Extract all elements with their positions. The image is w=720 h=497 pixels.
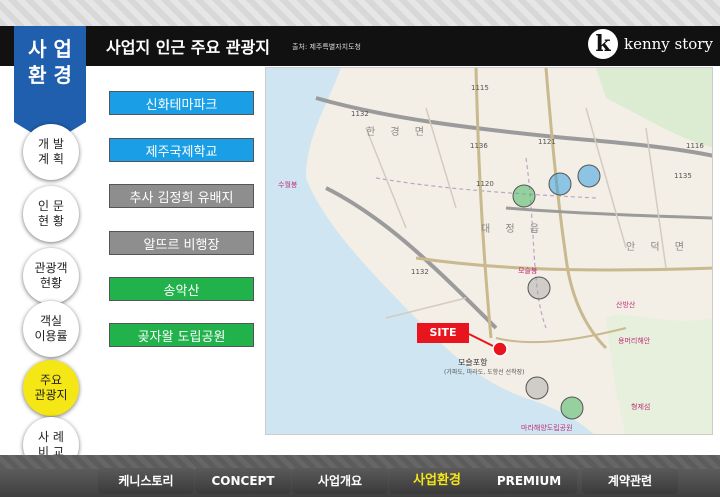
attraction-chusa-exile-site[interactable]: 추사 김정희 유배지: [109, 184, 254, 208]
landmark-moseulbong: 모슬봉: [518, 267, 538, 275]
road-number-1116: 1116: [686, 142, 704, 150]
nav-development-plan[interactable]: 개 발 계 획: [23, 124, 79, 180]
nav-occupancy[interactable]: 객실 이용률: [23, 301, 79, 357]
road-number-1136: 1136: [470, 142, 488, 150]
road-number-1121: 1121: [538, 138, 556, 146]
attraction-shinhwa-theme-park[interactable]: 신화테마파크: [109, 91, 254, 115]
nav-tourist-status[interactable]: 관광객 현황: [23, 248, 79, 304]
landmark-hyeongjeseom: 형제섬: [631, 403, 651, 411]
page-title: 사업지 인근 주요 관광지: [106, 38, 270, 57]
source-note: 출처: 제주특별자치도청: [292, 43, 361, 51]
area-map[interactable]: 한 경 면 대 정 읍 안 덕 면 수월봉 모슬봉 산방산 형제섬 용머리해안 …: [265, 67, 713, 435]
bottom-nav-contract[interactable]: 계약관련: [582, 468, 678, 494]
section-tag: 사 업 환 경: [14, 26, 86, 144]
district-hangyeong: 한 경 면: [366, 127, 430, 138]
attraction-altteureu-airfield[interactable]: 알뜨르 비행장: [109, 231, 254, 255]
nav-attractions[interactable]: 주요 관광지: [23, 360, 79, 416]
district-daejeong: 대 정 읍: [481, 224, 545, 235]
district-andeok: 안 덕 면: [626, 242, 690, 253]
bottom-nav-environment[interactable]: 사업환경: [389, 468, 485, 494]
landmark-yongmeori: 용머리해안: [618, 337, 651, 345]
bottom-nav-premium[interactable]: PREMIUM: [481, 468, 577, 494]
attraction-gotjawal-park[interactable]: 곶자왈 도립공원: [109, 323, 254, 347]
road-number-1132-north: 1132: [351, 110, 369, 118]
nav-demographics[interactable]: 인 문 현 황: [23, 186, 79, 242]
brand-emblem-icon: k: [588, 29, 618, 59]
site-marker: SITE: [417, 323, 469, 343]
top-pattern-bar: [0, 0, 720, 26]
attraction-jeju-international-school[interactable]: 제주국제학교: [109, 138, 254, 162]
road-number-1132-south: 1132: [411, 268, 429, 276]
attraction-songaksan[interactable]: 송악산: [109, 277, 254, 301]
brand-name: kenny story: [624, 35, 713, 53]
brand-logo[interactable]: k kenny story: [586, 28, 718, 62]
road-number-1135: 1135: [674, 172, 692, 180]
road-number-1120: 1120: [476, 180, 494, 188]
bottom-nav-concept[interactable]: CONCEPT: [195, 468, 291, 494]
section-tag-line1: 사 업: [28, 37, 72, 61]
landmark-mara-park: 마라해양도립공원: [521, 424, 573, 432]
landmark-suwolbong: 수월봉: [278, 181, 298, 189]
road-number-1115: 1115: [471, 84, 489, 92]
section-tag-text: 사 업 환 경: [14, 36, 86, 88]
landmark-sanbangsan: 산방산: [616, 301, 636, 309]
bottom-nav-overview[interactable]: 사업개요: [292, 468, 388, 494]
section-tag-line2: 환 경: [28, 63, 72, 87]
bottom-nav-kennystory[interactable]: 케니스토리: [98, 468, 194, 494]
port-sublabel: (가파도, 마라도, 도항선 선착장): [444, 369, 525, 376]
